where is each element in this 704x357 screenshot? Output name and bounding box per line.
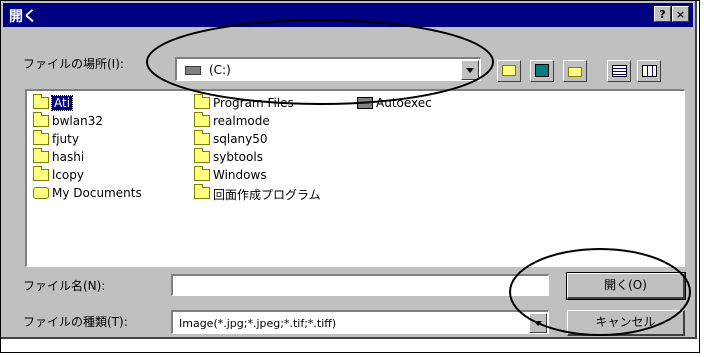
lookin-label: ファイルの場所(I): (23, 57, 124, 71)
folder-icon (33, 94, 49, 109)
open-file-dialog: 開く ? × ファイルの場所(I): (C:) Ati bwlan32 fjut… (1, 1, 697, 339)
details-view-icon (642, 65, 657, 77)
filename-input[interactable] (171, 274, 549, 296)
new-folder-icon (568, 67, 582, 77)
filename-label: ファイル名(N): (23, 279, 106, 293)
lookin-dropdown-button[interactable] (461, 60, 479, 80)
filetype-dropdown-button[interactable] (529, 313, 547, 333)
cancel-button[interactable]: キャンセル (567, 310, 685, 336)
dialog-title: 開く (9, 9, 37, 25)
folder-icon (194, 94, 210, 109)
file-list[interactable]: Ati bwlan32 fjuty hashi lcopy My Documen… (25, 89, 685, 267)
title-bar: 開く ? × (3, 3, 693, 27)
close-button[interactable]: × (672, 6, 689, 22)
folder-icon (194, 112, 210, 127)
folder-icon (33, 112, 49, 127)
filetype-label: ファイルの種類(T): (23, 315, 128, 329)
folder-icon (33, 166, 49, 181)
lookin-value: (C:) (209, 63, 231, 77)
folder-icon (194, 130, 210, 145)
list-view-icon (612, 65, 627, 77)
folder-icon (194, 166, 210, 181)
help-button[interactable]: ? (654, 6, 671, 22)
desktop-button[interactable] (530, 60, 554, 82)
desktop-icon (535, 64, 549, 77)
lookin-combo[interactable]: (C:) (175, 57, 481, 81)
open-button[interactable]: 開く(O) (566, 272, 686, 300)
folder-icon (194, 148, 210, 163)
folder-icon (194, 184, 210, 199)
batch-file-icon (357, 97, 373, 109)
new-folder-button[interactable] (563, 60, 587, 82)
my-documents-icon (33, 187, 49, 199)
folder-icon (33, 130, 49, 145)
drive-icon (185, 66, 201, 75)
list-view-button[interactable] (607, 60, 631, 82)
up-folder-icon (502, 65, 516, 76)
details-view-button[interactable] (637, 60, 661, 82)
folder-icon (33, 148, 49, 163)
filetype-value: Image(*.jpg;*.jpeg;*.tif;*.tiff) (179, 317, 337, 330)
up-folder-button[interactable] (497, 60, 521, 82)
filetype-combo[interactable]: Image(*.jpg;*.jpeg;*.tif;*.tiff) (171, 310, 549, 334)
